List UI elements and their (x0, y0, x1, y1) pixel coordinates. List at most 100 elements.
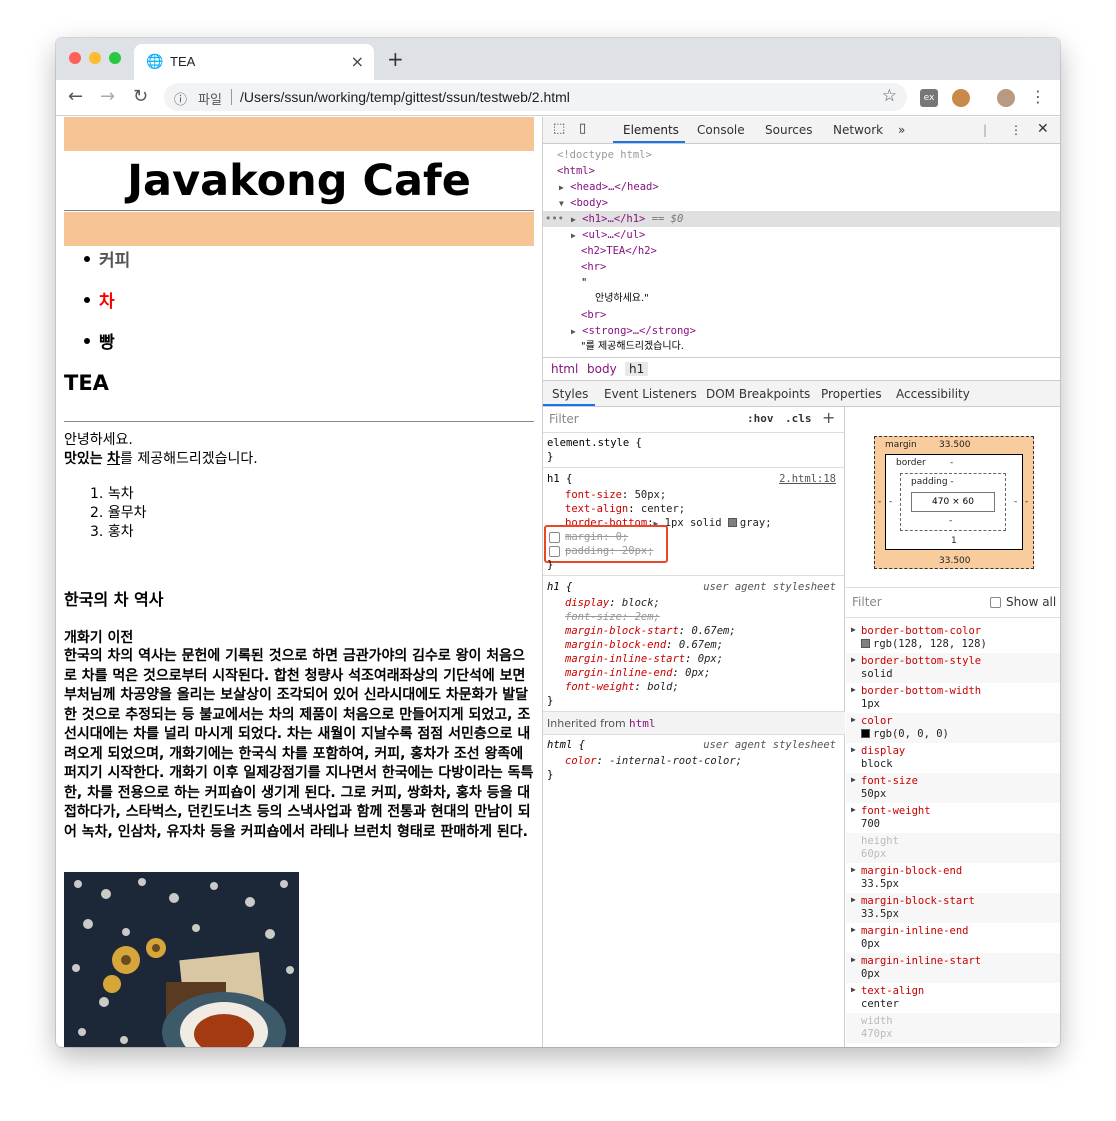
expand-triangle-icon[interactable]: ▶ (571, 231, 576, 240)
computed-property[interactable]: ▶ margin-block-end 33.5px (846, 863, 1060, 893)
expand-triangle-icon[interactable]: ▶ (559, 183, 564, 192)
close-window-button[interactable] (69, 52, 81, 64)
tab-elements[interactable]: Elements (623, 123, 679, 137)
box-model-border[interactable]: border - - - 1 padding - 470 × 60 - (885, 454, 1023, 550)
profile-avatar[interactable] (997, 89, 1015, 107)
back-icon[interactable]: ← (68, 86, 83, 108)
dom-h2[interactable]: <h2>TEA</h2> (581, 243, 657, 259)
address-bar[interactable]: ⓘ 파일 /Users/ssun/working/temp/gittest/ss… (164, 83, 907, 111)
dom-text-greeting[interactable]: 안녕하세요." (595, 291, 649, 307)
tab-properties[interactable]: Properties (821, 387, 882, 401)
computed-property[interactable]: ▶ margin-block-start 33.5px (846, 893, 1060, 923)
ua-h1-selector[interactable]: h1 { (547, 581, 572, 593)
computed-property[interactable]: ▶ color rgb(0, 0, 0) (846, 713, 1060, 743)
decl-text-align[interactable]: text-align: center; (565, 503, 685, 515)
border-right-value[interactable]: - (1014, 497, 1017, 507)
inspect-element-icon[interactable]: ⬚ (553, 121, 565, 136)
expand-triangle-icon[interactable]: ▶ (851, 865, 856, 874)
menu-item-tea[interactable]: 차 (84, 287, 115, 312)
computed-property[interactable]: ▶ margin-inline-start 0px (846, 953, 1060, 983)
breadcrumb-h1[interactable]: h1 (625, 362, 649, 376)
new-rule-icon[interactable]: + (822, 408, 835, 427)
padding-bottom-value[interactable]: - (949, 516, 952, 526)
box-model-padding[interactable]: padding - 470 × 60 - (900, 473, 1006, 531)
tab-sources[interactable]: Sources (765, 123, 812, 137)
styles-filter-input[interactable]: Filter (549, 412, 579, 426)
expand-triangle-icon[interactable]: ▶ (851, 685, 856, 694)
expand-triangle-icon[interactable]: ▶ (851, 775, 856, 784)
dom-br[interactable]: <br> (581, 307, 606, 323)
dom-text-quote[interactable]: " (581, 275, 587, 291)
minimize-window-button[interactable] (89, 52, 101, 64)
border-top-value[interactable]: - (950, 458, 953, 468)
expand-triangle-icon[interactable]: ▶ (851, 805, 856, 814)
offer-link[interactable]: 차 (107, 451, 120, 467)
collapse-triangle-icon[interactable]: ▼ (559, 199, 564, 208)
expand-triangle-icon[interactable]: ▶ (851, 895, 856, 904)
dom-hr[interactable]: <hr> (581, 259, 606, 275)
computed-filter-input[interactable]: Filter (852, 595, 882, 609)
margin-right-value[interactable]: - (1025, 497, 1028, 507)
expand-triangle-icon[interactable]: ▶ (851, 625, 856, 634)
decl-font-size[interactable]: font-size: 50px; (565, 489, 666, 501)
computed-property[interactable]: height 60px (846, 833, 1060, 863)
computed-property[interactable]: ▶ font-size 50px (846, 773, 1060, 803)
tab-console[interactable]: Console (697, 123, 745, 137)
address-url[interactable]: /Users/ssun/working/temp/gittest/ssun/te… (240, 89, 570, 105)
extension-icon[interactable]: ex (920, 89, 938, 107)
border-left-value[interactable]: - (889, 497, 892, 507)
info-icon[interactable]: ⓘ (174, 89, 187, 108)
inherited-from-link[interactable]: html (629, 717, 656, 730)
element-style-selector[interactable]: element.style { (547, 437, 642, 449)
margin-bottom-value[interactable]: 33.500 (939, 556, 971, 566)
border-bottom-value[interactable]: 1 (951, 536, 957, 546)
h1-rule-selector[interactable]: h1 { (547, 473, 572, 485)
dom-text-offer[interactable]: "를 제공해드리겠습니다. (581, 339, 684, 355)
margin-top-value[interactable]: 33.500 (939, 440, 971, 450)
tab-styles[interactable]: Styles (552, 387, 588, 401)
more-tabs-icon[interactable]: » (898, 123, 905, 137)
dom-ul-node[interactable]: ▶ <ul>…</ul> (571, 227, 645, 244)
tab-accessibility[interactable]: Accessibility (896, 387, 970, 401)
dom-strong-node[interactable]: ▶ <strong>…</strong> (571, 323, 696, 340)
breadcrumb-body[interactable]: body (587, 362, 617, 376)
cookie-extension-icon[interactable] (952, 89, 970, 107)
tab-dom-breakpoints[interactable]: DOM Breakpoints (706, 387, 810, 401)
browser-menu-icon[interactable]: ⋮ (1030, 86, 1046, 108)
expand-triangle-icon[interactable]: ▶ (851, 745, 856, 754)
node-ellipsis-icon[interactable]: ••• (545, 211, 564, 227)
expand-triangle-icon[interactable]: ▶ (571, 215, 576, 224)
dom-html[interactable]: <html> (557, 163, 595, 179)
device-toolbar-icon[interactable]: ▯ (579, 121, 586, 136)
dom-doctype[interactable]: <!doctype html> (557, 147, 652, 163)
expand-triangle-icon[interactable]: ▶ (851, 925, 856, 934)
expand-triangle-icon[interactable]: ▶ (571, 327, 576, 336)
computed-property[interactable]: ▶ border-bottom-style solid (846, 653, 1060, 683)
tab-event-listeners[interactable]: Event Listeners (604, 387, 697, 401)
computed-property[interactable]: ▶ display block (846, 743, 1060, 773)
devtools-menu-icon[interactable]: ⋮ (1010, 123, 1022, 137)
computed-property[interactable]: ▶ font-weight 700 (846, 803, 1060, 833)
html-rule-selector[interactable]: html { (547, 739, 585, 751)
close-devtools-icon[interactable]: ✕ (1037, 121, 1049, 137)
computed-property[interactable]: ▶ border-bottom-width 1px (846, 683, 1060, 713)
h1-rule-source-link[interactable]: 2.html:18 (779, 473, 836, 485)
margin-left-value[interactable]: - (878, 497, 881, 507)
hover-state-toggle[interactable]: :hov (747, 412, 774, 425)
reload-icon[interactable]: ↻ (133, 86, 148, 108)
computed-property[interactable]: width 470px (846, 1013, 1060, 1043)
gray-swatch[interactable] (727, 518, 737, 527)
computed-property[interactable]: ▶ border-bottom-color rgb(128, 128, 128) (846, 623, 1060, 653)
expand-triangle-icon[interactable]: ▶ (851, 655, 856, 664)
menu-item-bread[interactable]: 빵 (84, 328, 115, 353)
color-swatch[interactable] (861, 639, 870, 648)
box-model-content[interactable]: 470 × 60 (911, 492, 995, 512)
expand-triangle-icon[interactable]: ▶ (851, 715, 856, 724)
expand-triangle-icon[interactable]: ▶ (851, 955, 856, 964)
zoom-window-button[interactable] (109, 52, 121, 64)
color-swatch[interactable] (861, 729, 870, 738)
browser-tab[interactable]: 🌐 TEA × (134, 44, 374, 80)
new-tab-button[interactable]: + (387, 49, 404, 69)
box-model-margin[interactable]: margin 33.500 - - 33.500 border - - - 1 … (874, 436, 1034, 569)
computed-property[interactable]: ▶ text-align center (846, 983, 1060, 1013)
